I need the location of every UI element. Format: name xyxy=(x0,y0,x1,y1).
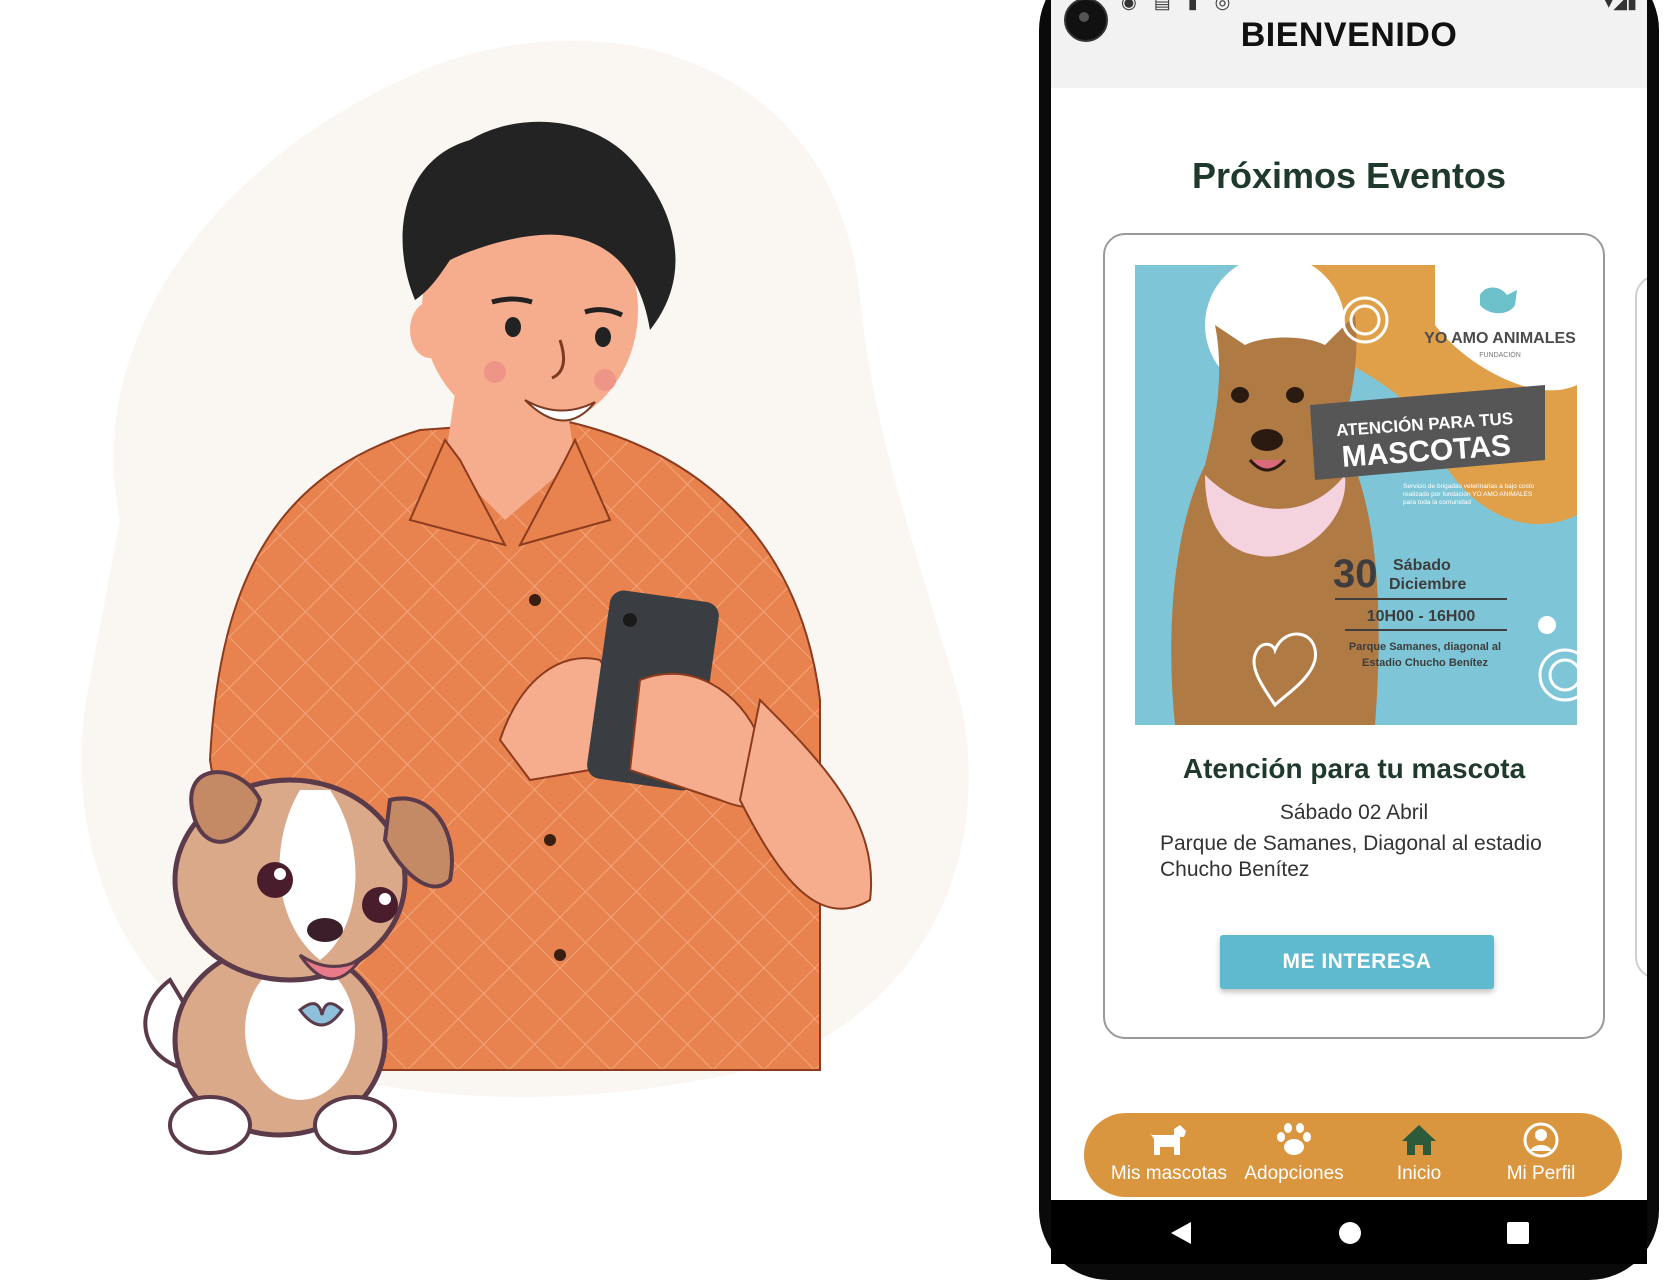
poster-location-1: Parque Samanes, diagonal al xyxy=(1349,641,1501,653)
poster-location-2: Estadio Chucho Benítez xyxy=(1362,657,1488,669)
recents-icon[interactable] xyxy=(1506,1220,1530,1246)
nav-label: Mis mascotas xyxy=(1110,1163,1228,1184)
event-poster-image: YO AMO ANIMALES FUNDACIÓN ATENCIÓN PARA … xyxy=(1135,265,1577,725)
back-icon[interactable] xyxy=(1169,1220,1193,1246)
nav-item-inicio[interactable]: Inicio xyxy=(1354,1121,1484,1193)
event-location: Parque de Samanes, Diagonal al estadio C… xyxy=(1160,832,1542,881)
poster-blurb: Servicio de brigadas veterinarias a bajo… xyxy=(1403,483,1535,506)
event-date: Sábado 02 Abril xyxy=(1279,801,1429,824)
poster-day-number: 30 xyxy=(1333,552,1378,596)
app-title: BIENVENIDO xyxy=(1240,16,1458,54)
man-with-phone-illustration xyxy=(81,40,969,1155)
nav-label: Mi Perfil xyxy=(1506,1163,1576,1184)
status-bar-icons: ◉ ▤ ▮ ◎ xyxy=(1121,0,1237,12)
me-interesa-button[interactable]: ME INTERESA xyxy=(1220,935,1494,989)
app-screen: ◉ ▤ ▮ ◎ ▾◢▮ BIENVENIDO Próximos Eventos xyxy=(1051,0,1647,1200)
nav-label: Inicio xyxy=(1396,1163,1442,1184)
event-title: Atención para tu mascota xyxy=(1182,753,1526,784)
dog-icon xyxy=(1150,1125,1186,1155)
app-bar: ◉ ▤ ▮ ◎ ▾◢▮ BIENVENIDO xyxy=(1051,0,1647,88)
system-navigation-bar xyxy=(1051,1200,1647,1264)
signal-battery-icons: ▾◢▮ xyxy=(1604,0,1637,12)
event-card[interactable]: YO AMO ANIMALES FUNDACIÓN ATENCIÓN PARA … xyxy=(1103,233,1605,1039)
home-circle-icon[interactable] xyxy=(1338,1220,1362,1246)
poster-day-name: Sábado xyxy=(1393,557,1451,574)
brand-name: YO AMO ANIMALES xyxy=(1424,330,1576,347)
poster-hours: 10H00 - 16H00 xyxy=(1367,608,1476,625)
poster-month: Diciembre xyxy=(1389,576,1466,593)
nav-item-adopciones[interactable]: Adopciones xyxy=(1229,1121,1359,1193)
bottom-navigation: Mis mascotas Adopciones Inicio Mi Perfil xyxy=(1084,1113,1622,1197)
nav-item-mi-perfil[interactable]: Mi Perfil xyxy=(1476,1121,1606,1193)
section-title: Próximos Eventos xyxy=(1191,155,1507,196)
paw-icon xyxy=(1277,1123,1311,1155)
nav-label: Adopciones xyxy=(1244,1163,1344,1184)
brand-sub: FUNDACIÓN xyxy=(1479,350,1521,359)
next-event-card-peek[interactable] xyxy=(1635,275,1647,979)
home-icon xyxy=(1402,1125,1436,1155)
nav-item-mis-mascotas[interactable]: Mis mascotas xyxy=(1104,1121,1234,1193)
profile-icon xyxy=(1523,1122,1559,1158)
